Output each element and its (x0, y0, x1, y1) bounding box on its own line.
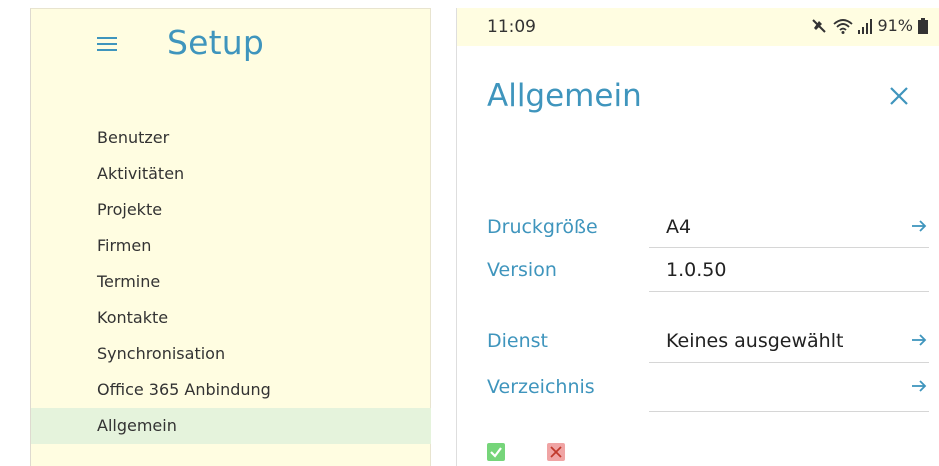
menu-item-office-365[interactable]: Office 365 Anbindung (31, 372, 431, 408)
status-bar: 11:09 91% (457, 8, 939, 46)
setting-row-verzeichnis[interactable]: Verzeichnis (457, 368, 939, 408)
arrow-right-icon[interactable] (910, 216, 928, 236)
battery-percent: 91% (877, 16, 913, 35)
detail-title: Allgemein (487, 78, 642, 114)
confirm-button[interactable] (487, 443, 505, 461)
menu-item-synchronisation[interactable]: Synchronisation (31, 336, 431, 372)
menu-item-benutzer[interactable]: Benutzer (31, 120, 431, 156)
cancel-button[interactable] (547, 443, 565, 461)
setting-label: Dienst (487, 330, 548, 352)
status-icons: 91% (810, 16, 928, 35)
menu-item-kontakte[interactable]: Kontakte (31, 300, 431, 336)
setting-value: 1.0.50 (666, 259, 727, 281)
setting-label: Druckgröße (487, 216, 598, 238)
wifi-icon (833, 18, 854, 34)
status-time: 11:09 (487, 17, 536, 37)
divider (649, 291, 929, 292)
menu-item-termine[interactable]: Termine (31, 264, 431, 300)
hamburger-menu-icon[interactable] (97, 37, 117, 55)
divider (649, 411, 929, 412)
setting-value: A4 (666, 216, 692, 238)
setup-panel: Setup Benutzer Aktivitäten Projekte Firm… (30, 8, 431, 466)
setting-label: Verzeichnis (487, 376, 595, 398)
setting-label: Version (487, 259, 557, 281)
setting-value: Keines ausgewählt (666, 330, 844, 352)
mute-icon (812, 18, 827, 33)
check-icon (490, 447, 502, 458)
setting-row-version: Version 1.0.50 (457, 251, 939, 291)
divider (649, 362, 929, 363)
detail-panel: 11:09 91% Allgemein Druckgröße A4 Versio… (456, 8, 939, 466)
setup-title: Setup (167, 23, 265, 62)
divider (649, 247, 929, 248)
menu-item-projekte[interactable]: Projekte (31, 192, 431, 228)
arrow-right-icon[interactable] (910, 376, 928, 396)
cross-icon (550, 446, 562, 458)
signal-icon (858, 18, 873, 34)
menu-item-firmen[interactable]: Firmen (31, 228, 431, 264)
battery-icon (918, 17, 928, 34)
setting-row-druckgroesse[interactable]: Druckgröße A4 (457, 208, 939, 248)
arrow-right-icon[interactable] (910, 330, 928, 350)
setup-menu: Benutzer Aktivitäten Projekte Firmen Ter… (31, 120, 431, 444)
close-icon[interactable] (889, 86, 909, 106)
setting-row-dienst[interactable]: Dienst Keines ausgewählt (457, 322, 939, 362)
menu-item-allgemein[interactable]: Allgemein (31, 408, 431, 444)
menu-item-aktivitaeten[interactable]: Aktivitäten (31, 156, 431, 192)
